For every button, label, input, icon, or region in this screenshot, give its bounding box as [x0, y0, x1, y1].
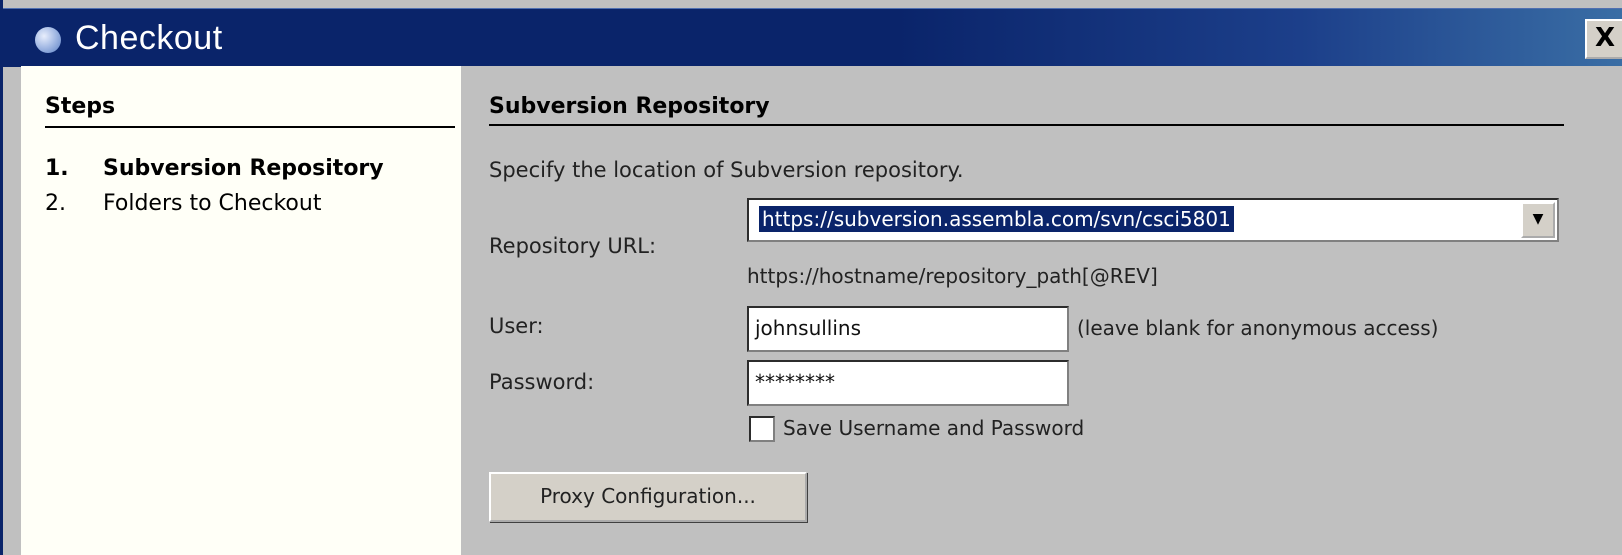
user-field[interactable]: johnsullins	[747, 306, 1069, 352]
section-description: Specify the location of Subversion repos…	[489, 158, 964, 182]
repository-url-label: Repository URL:	[489, 234, 657, 258]
step-label: Folders to Checkout	[103, 191, 322, 216]
step-item-folders-to-checkout: 2. Folders to Checkout	[45, 191, 321, 216]
steps-divider	[45, 126, 455, 128]
steps-heading: Steps	[45, 94, 116, 119]
section-divider	[489, 124, 1564, 126]
password-field[interactable]: ********	[747, 360, 1069, 406]
repository-url-value[interactable]: https://subversion.assembla.com/svn/csci…	[759, 206, 1234, 232]
step-number: 2.	[45, 191, 66, 216]
close-button[interactable]: X	[1585, 19, 1622, 59]
password-label: Password:	[489, 370, 595, 394]
step-number: 1.	[45, 156, 69, 181]
save-credentials-checkbox[interactable]	[749, 416, 775, 442]
checkout-dialog: Checkout X Steps 1. Subversion Repositor…	[0, 0, 1622, 555]
step-item-subversion-repository: 1. Subversion Repository	[45, 156, 384, 181]
user-anonymous-note: (leave blank for anonymous access)	[1077, 316, 1439, 340]
chevron-down-icon[interactable]: ▼	[1521, 202, 1555, 238]
section-title: Subversion Repository	[489, 94, 770, 119]
main-panel: Subversion Repository Specify the locati…	[461, 66, 1622, 555]
steps-panel: Steps 1. Subversion Repository 2. Folder…	[21, 66, 461, 555]
user-label: User:	[489, 314, 544, 338]
step-label: Subversion Repository	[103, 156, 384, 181]
window-title: Checkout	[75, 19, 223, 57]
repository-url-hint: https://hostname/repository_path[@REV]	[747, 264, 1158, 288]
repository-url-combobox[interactable]: https://subversion.assembla.com/svn/csci…	[747, 198, 1559, 242]
save-credentials-label[interactable]: Save Username and Password	[783, 416, 1084, 440]
app-icon	[35, 27, 61, 53]
proxy-configuration-button[interactable]: Proxy Configuration...	[489, 472, 807, 522]
title-bar[interactable]: Checkout X	[3, 8, 1622, 67]
